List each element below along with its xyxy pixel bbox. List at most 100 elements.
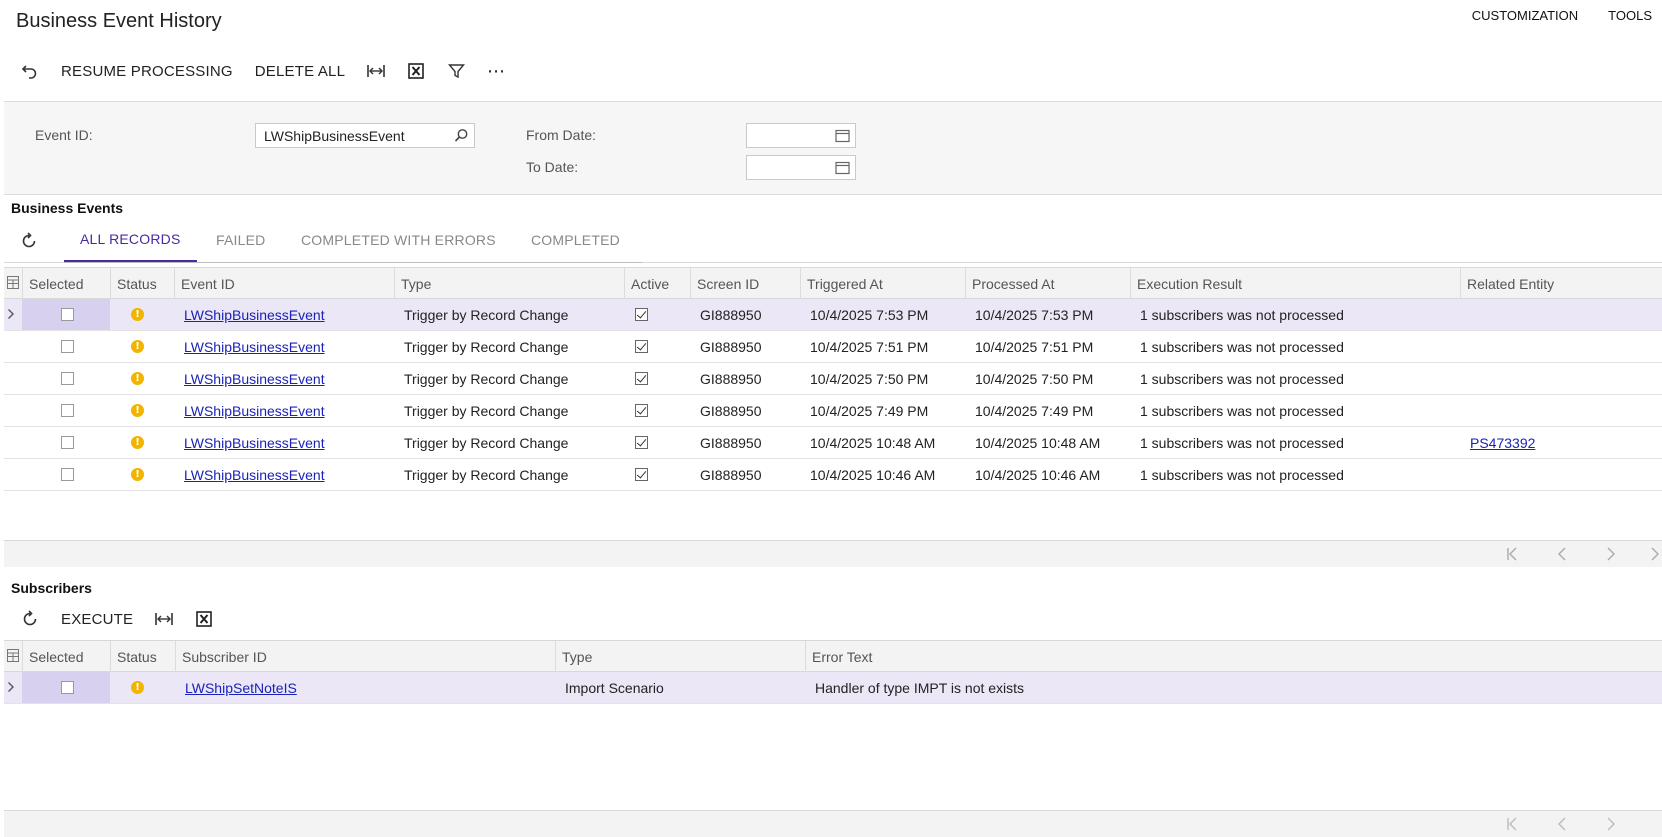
first-page-icon[interactable] — [1505, 816, 1521, 835]
selected-cell — [22, 331, 110, 362]
event-id-field[interactable]: LWShipBusinessEvent — [255, 123, 475, 148]
subscriber-id-link[interactable]: LWShipSetNoteIS — [185, 680, 297, 696]
tab-failed[interactable]: FAILED — [216, 218, 265, 262]
row-select-checkbox[interactable] — [61, 681, 74, 694]
next-page-icon[interactable] — [1603, 816, 1619, 835]
table-row[interactable]: ! LWShipSetNoteIS Import Scenario Handler o… — [4, 672, 1662, 704]
to-date-field[interactable] — [746, 155, 856, 180]
column-chooser-icon[interactable] — [7, 276, 19, 292]
execute-button[interactable]: EXECUTE — [50, 604, 144, 634]
prev-page-icon[interactable] — [1554, 546, 1570, 565]
table-row[interactable]: ! LWShipBusinessEvent Trigger by Record Ch… — [4, 363, 1662, 395]
table-row[interactable]: ! LWShipBusinessEvent Trigger by Record Ch… — [4, 427, 1662, 459]
processed-at-cell: 10/4/2025 10:46 AM — [975, 466, 1101, 483]
status-cell: ! — [131, 395, 144, 426]
table-row[interactable]: ! LWShipBusinessEvent Trigger by Record Ch… — [4, 299, 1662, 331]
type-cell: Trigger by Record Change — [404, 338, 569, 355]
status-cell: ! — [131, 363, 144, 394]
active-checkbox — [635, 404, 648, 417]
calendar-icon[interactable] — [835, 160, 850, 178]
related-entity-link[interactable]: PS473392 — [1470, 435, 1535, 451]
search-icon[interactable] — [454, 128, 469, 146]
col-status[interactable]: Status — [110, 268, 174, 299]
calendar-icon[interactable] — [835, 128, 850, 146]
warning-icon: ! — [131, 308, 144, 321]
row-select-checkbox[interactable] — [61, 308, 74, 321]
row-select-checkbox[interactable] — [61, 340, 74, 353]
event-id-link[interactable]: LWShipBusinessEvent — [184, 339, 325, 355]
last-page-icon[interactable] — [1648, 546, 1662, 565]
events-tabbar: ALL RECORDS FAILED COMPLETED WITH ERRORS… — [4, 218, 1662, 263]
to-date-label: To Date: — [526, 159, 579, 175]
refresh-icon[interactable] — [10, 604, 50, 634]
row-expand-icon[interactable] — [7, 307, 15, 323]
screen-id-cell: GI888950 — [700, 306, 762, 323]
col-selected[interactable]: Selected — [22, 268, 110, 299]
event-id-link[interactable]: LWShipBusinessEvent — [184, 307, 325, 323]
filter-icon[interactable] — [436, 56, 476, 86]
customization-menu[interactable]: CUSTOMIZATION — [1462, 8, 1588, 23]
active-cell — [635, 331, 648, 362]
triggered-at-cell: 10/4/2025 7:51 PM — [810, 338, 929, 355]
processed-at-cell: 10/4/2025 10:48 AM — [975, 434, 1101, 451]
tab-completed-with-errors[interactable]: COMPLETED WITH ERRORS — [301, 218, 496, 262]
col-type[interactable]: Type — [555, 641, 805, 672]
table-row[interactable]: ! LWShipBusinessEvent Trigger by Record Ch… — [4, 331, 1662, 363]
selected-cell — [22, 672, 110, 703]
warning-icon: ! — [131, 340, 144, 353]
more-menu-icon[interactable]: ⋯ — [476, 56, 516, 86]
table-row[interactable]: ! LWShipBusinessEvent Trigger by Record Ch… — [4, 459, 1662, 491]
subscribers-grid: Selected Status Subscriber ID Type Error… — [4, 640, 1662, 810]
screen-id-cell: GI888950 — [700, 338, 762, 355]
row-select-checkbox[interactable] — [61, 468, 74, 481]
from-date-field[interactable] — [746, 123, 856, 148]
active-checkbox — [635, 436, 648, 449]
col-status[interactable]: Status — [110, 641, 175, 672]
row-select-checkbox[interactable] — [61, 436, 74, 449]
col-subscriber-id[interactable]: Subscriber ID — [175, 641, 555, 672]
col-active[interactable]: Active — [624, 268, 690, 299]
active-checkbox — [635, 308, 648, 321]
active-checkbox — [635, 468, 648, 481]
refresh-icon[interactable] — [20, 232, 38, 253]
event-id-link[interactable]: LWShipBusinessEvent — [184, 403, 325, 419]
delete-all-button[interactable]: DELETE ALL — [244, 56, 356, 86]
fit-columns-icon[interactable] — [144, 604, 184, 634]
event-id-link[interactable]: LWShipBusinessEvent — [184, 467, 325, 483]
excel-icon[interactable] — [184, 604, 224, 634]
fit-columns-icon[interactable] — [356, 56, 396, 86]
row-select-checkbox[interactable] — [61, 372, 74, 385]
tab-completed[interactable]: COMPLETED — [531, 218, 620, 262]
triggered-at-cell: 10/4/2025 7:49 PM — [810, 402, 929, 419]
col-event-id[interactable]: Event ID — [174, 268, 394, 299]
event-id-link[interactable]: LWShipBusinessEvent — [184, 435, 325, 451]
table-row[interactable]: ! LWShipBusinessEvent Trigger by Record Ch… — [4, 395, 1662, 427]
type-cell: Import Scenario — [565, 679, 664, 696]
next-page-icon[interactable] — [1603, 546, 1619, 565]
events-grid-header: Selected Status Event ID Type Active Scr… — [4, 267, 1662, 299]
col-selected[interactable]: Selected — [22, 641, 110, 672]
col-error-text[interactable]: Error Text — [805, 641, 1662, 672]
prev-page-icon[interactable] — [1554, 816, 1570, 835]
row-select-checkbox[interactable] — [61, 404, 74, 417]
screen-id-cell: GI888950 — [700, 370, 762, 387]
triggered-at-cell: 10/4/2025 7:50 PM — [810, 370, 929, 387]
execution-result-cell: 1 subscribers was not processed — [1140, 370, 1344, 387]
tab-all-records[interactable]: ALL RECORDS — [64, 218, 197, 262]
tools-menu[interactable]: TOOLS — [1598, 8, 1662, 23]
col-processed-at[interactable]: Processed At — [965, 268, 1130, 299]
col-type[interactable]: Type — [394, 268, 624, 299]
selected-cell — [22, 363, 110, 394]
resume-processing-button[interactable]: RESUME PROCESSING — [50, 56, 244, 86]
excel-icon[interactable] — [396, 56, 436, 86]
undo-icon[interactable] — [10, 56, 50, 86]
col-screen-id[interactable]: Screen ID — [690, 268, 800, 299]
col-triggered-at[interactable]: Triggered At — [800, 268, 965, 299]
first-page-icon[interactable] — [1505, 546, 1521, 565]
column-chooser-icon[interactable] — [7, 649, 19, 665]
subscribers-toolbar: EXECUTE — [10, 604, 224, 634]
row-expand-icon[interactable] — [7, 680, 15, 696]
col-execution-result[interactable]: Execution Result — [1130, 268, 1460, 299]
col-related-entity[interactable]: Related Entity — [1460, 268, 1662, 299]
event-id-link[interactable]: LWShipBusinessEvent — [184, 371, 325, 387]
